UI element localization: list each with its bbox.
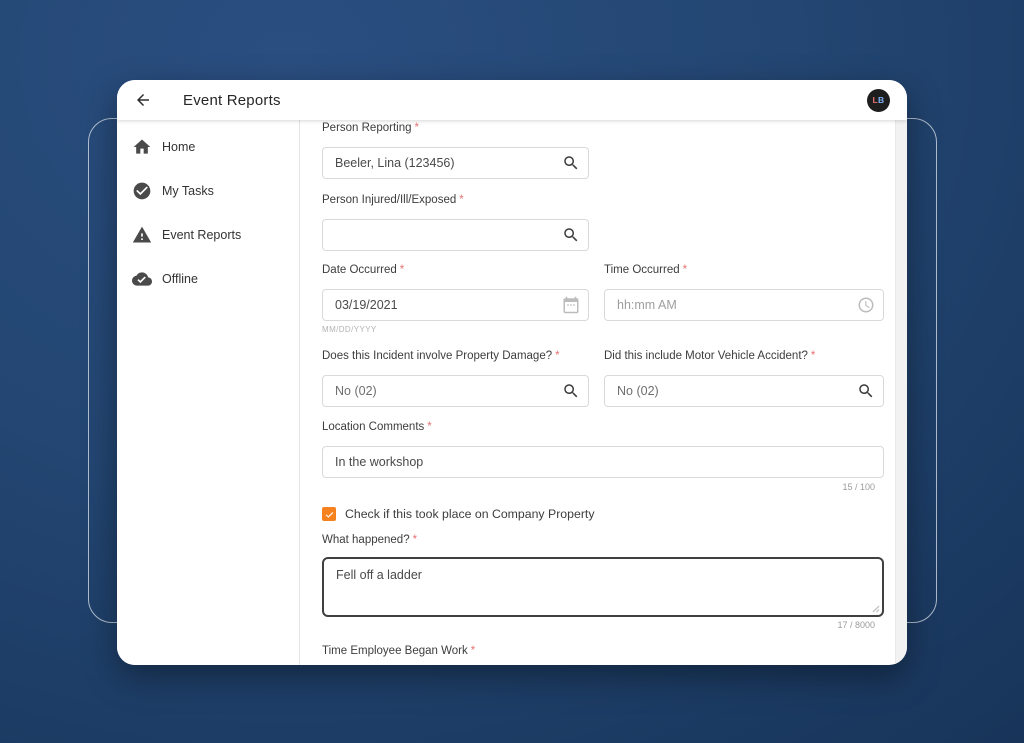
motor-vehicle-label: Did this include Motor Vehicle Accident?…: [604, 350, 884, 362]
event-reports-window: Event Reports LB Home My Tasks Event Rep…: [117, 80, 907, 665]
sidebar-item-label: Event Reports: [162, 228, 241, 242]
date-occurred-input[interactable]: [323, 290, 588, 320]
required-asterisk: *: [811, 350, 815, 362]
what-happened-textarea[interactable]: Fell off a ladder: [324, 559, 882, 615]
motor-vehicle-field[interactable]: [604, 375, 884, 407]
required-asterisk: *: [459, 194, 463, 206]
event-report-form: Person Reporting* Person Injured/Ill/Exp…: [300, 120, 907, 665]
window-body: Home My Tasks Event Reports Offline Pers…: [117, 120, 907, 665]
date-occurred-field[interactable]: [322, 289, 589, 321]
person-reporting-field[interactable]: [322, 147, 589, 179]
warning-icon: [132, 225, 152, 245]
required-asterisk: *: [413, 534, 417, 546]
location-comments-field[interactable]: [322, 446, 884, 478]
search-icon[interactable]: [562, 382, 580, 400]
sidebar-item-my-tasks[interactable]: My Tasks: [117, 169, 299, 213]
calendar-icon[interactable]: [562, 296, 580, 314]
required-asterisk: *: [415, 122, 419, 134]
time-began-work-label: Time Employee Began Work*: [322, 645, 884, 657]
company-property-checkbox[interactable]: [322, 507, 336, 521]
time-occurred-field[interactable]: [604, 289, 884, 321]
what-happened-counter: 17 / 8000: [322, 621, 884, 630]
app-bar: Event Reports LB: [117, 80, 907, 120]
sidebar-item-event-reports[interactable]: Event Reports: [117, 213, 299, 257]
location-comments-label: Location Comments*: [322, 421, 884, 433]
cloud-done-icon: [132, 269, 152, 289]
label-text: Did this include Motor Vehicle Accident?: [604, 350, 808, 362]
avatar-initial-2: B: [878, 95, 884, 105]
date-time-row: Date Occurred* MM/DD/YYYY Time Occurred*: [322, 264, 884, 334]
label-text: Person Injured/Ill/Exposed: [322, 194, 456, 206]
home-icon: [132, 137, 152, 157]
required-asterisk: *: [400, 264, 404, 276]
property-damage-label: Does this Incident involve Property Dama…: [322, 350, 589, 362]
company-property-label: Check if this took place on Company Prop…: [345, 507, 594, 521]
location-comments-counter: 15 / 100: [322, 483, 884, 492]
search-icon[interactable]: [562, 226, 580, 244]
sidebar-item-home[interactable]: Home: [117, 125, 299, 169]
person-injured-input[interactable]: [323, 220, 588, 250]
label-text: Time Employee Began Work: [322, 645, 468, 657]
time-occurred-label: Time Occurred*: [604, 264, 884, 276]
clock-icon[interactable]: [857, 296, 875, 314]
sidebar-item-label: Offline: [162, 272, 198, 286]
label-text: Person Reporting: [322, 122, 412, 134]
motor-vehicle-input[interactable]: [605, 376, 883, 406]
location-comments-input[interactable]: [323, 447, 883, 477]
label-text: Date Occurred: [322, 264, 397, 276]
label-text: Time Occurred: [604, 264, 680, 276]
sidebar-nav: Home My Tasks Event Reports Offline: [117, 120, 300, 665]
resize-grip-icon[interactable]: [872, 605, 880, 613]
user-avatar[interactable]: LB: [867, 89, 890, 112]
person-reporting-input[interactable]: [323, 148, 588, 178]
search-icon[interactable]: [857, 382, 875, 400]
person-injured-label: Person Injured/Ill/Exposed*: [322, 194, 884, 206]
time-occurred-input[interactable]: [605, 290, 883, 320]
person-injured-field[interactable]: [322, 219, 589, 251]
scrollbar-track[interactable]: [895, 120, 907, 665]
what-happened-label: What happened?*: [322, 534, 884, 546]
sidebar-item-label: My Tasks: [162, 184, 214, 198]
label-text: Does this Incident involve Property Dama…: [322, 350, 552, 362]
arrow-back-icon: [134, 91, 152, 109]
check-circle-icon: [132, 181, 152, 201]
required-asterisk: *: [471, 645, 475, 657]
required-asterisk: *: [427, 421, 431, 433]
label-text: Location Comments: [322, 421, 424, 433]
checkmark-icon: [324, 509, 335, 520]
back-button[interactable]: [133, 90, 153, 110]
property-damage-field[interactable]: [322, 375, 589, 407]
page-title: Event Reports: [183, 92, 281, 109]
search-icon[interactable]: [562, 154, 580, 172]
required-asterisk: *: [555, 350, 559, 362]
sidebar-item-offline[interactable]: Offline: [117, 257, 299, 301]
date-occurred-label: Date Occurred*: [322, 264, 589, 276]
required-asterisk: *: [683, 264, 687, 276]
sidebar-item-label: Home: [162, 140, 195, 154]
label-text: What happened?: [322, 534, 410, 546]
what-happened-field[interactable]: Fell off a ladder: [322, 557, 884, 617]
date-format-helper: MM/DD/YYYY: [322, 326, 589, 334]
property-damage-input[interactable]: [323, 376, 588, 406]
company-property-row: Check if this took place on Company Prop…: [322, 507, 884, 521]
damage-vehicle-row: Does this Incident involve Property Dama…: [322, 350, 884, 407]
person-reporting-label: Person Reporting*: [322, 122, 884, 134]
